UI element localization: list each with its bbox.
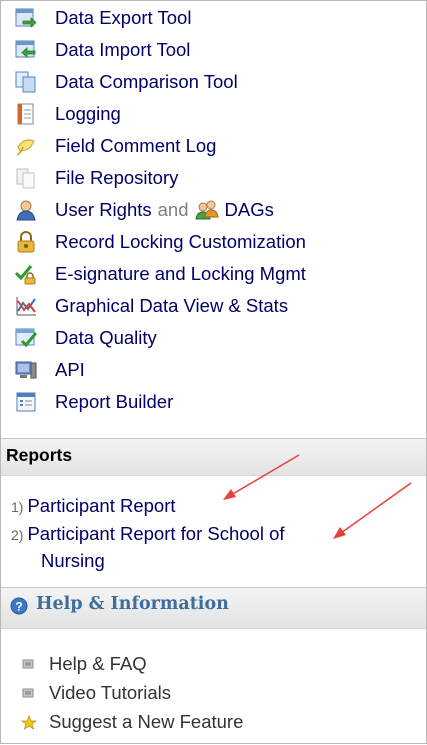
tool-label: Graphical Data View & Stats [55,295,289,316]
tool-esignature[interactable]: E-signature and Locking Mgmt [15,259,306,289]
file-repository-icon [16,168,35,189]
tool-file-repository[interactable]: File Repository [15,163,178,193]
tool-label: E-signature and Locking Mgmt [55,263,306,284]
data-comparison-icon [15,71,36,93]
field-comment-icon [16,139,35,156]
help-item-suggest-feature[interactable]: Suggest a New Feature [20,709,244,735]
report-number: 1) [11,499,24,515]
report-number: 2) [11,527,24,543]
tool-and-text: and [157,199,189,220]
tool-report-builder[interactable]: Report Builder [15,387,173,417]
tool-label: Field Comment Log [55,135,217,156]
tool-api[interactable]: API [15,355,85,385]
help-circle-icon: ? [10,597,28,615]
report-label: Participant Report for School of [27,523,285,544]
tool-data-comparison[interactable]: Data Comparison Tool [15,67,238,97]
tool-label: Data Quality [55,327,157,348]
reports-section-header: Reports [1,438,426,476]
user-rights-icon [16,200,36,221]
data-quality-icon [15,328,37,348]
svg-text:?: ? [15,600,22,614]
tool-user-rights[interactable]: User Rights and DAGs [15,195,274,225]
tool-label: Report Builder [55,391,174,412]
tool-label: Data Comparison Tool [55,71,238,92]
tool-label: File Repository [55,167,179,188]
esignature-icon [15,265,36,285]
sidebar-panel: Data Export Tool Data Import Tool Data C… [0,0,427,744]
tool-data-quality[interactable]: Data Quality [15,323,157,353]
tool-label: User Rights [55,199,152,220]
tool-label: API [55,359,85,380]
dags-icon [194,200,219,220]
tool-field-comment-log[interactable]: Field Comment Log [15,131,216,161]
report-label: Participant Report [27,495,176,516]
help-item-video-tutorials[interactable]: Video Tutorials [21,680,171,706]
report-item-participant[interactable]: 1) Participant Report [11,495,176,517]
tool-label: Record Locking Customization [55,231,306,252]
tool-data-import[interactable]: Data Import Tool [15,35,190,65]
graphical-data-icon [16,297,36,316]
report-item-participant-nursing[interactable]: 2) Participant Report for School of [11,523,285,545]
help-faq-bullet-icon [21,657,35,671]
tool-logging[interactable]: Logging [15,99,121,129]
help-label: Help & FAQ [49,653,147,674]
star-icon [20,715,38,730]
tool-label-dags: DAGs [224,199,274,220]
report-builder-icon [16,392,36,412]
logging-icon [17,103,34,125]
tool-record-locking[interactable]: Record Locking Customization [15,227,306,257]
help-item-faq[interactable]: Help & FAQ [21,651,147,677]
help-section-header[interactable]: ? Help & Information [1,587,426,629]
tool-label: Data Export Tool [55,7,192,28]
tool-label: Logging [55,103,121,124]
tool-data-export[interactable]: Data Export Tool [15,3,191,33]
help-title: Help & Information [36,594,229,614]
help-label: Video Tutorials [49,682,172,703]
video-tutorials-bullet-icon [21,686,35,700]
arrow-to-report-2 [333,482,412,539]
reports-title: Reports [6,445,73,465]
tool-label: Data Import Tool [55,39,191,60]
help-label: Suggest a New Feature [49,711,244,732]
data-import-icon [15,40,36,58]
api-icon [15,361,37,379]
data-export-icon [15,8,37,28]
record-locking-icon [17,231,35,253]
report-label-continuation[interactable]: Nursing [41,550,105,572]
tool-graphical-data-view[interactable]: Graphical Data View & Stats [15,291,288,321]
